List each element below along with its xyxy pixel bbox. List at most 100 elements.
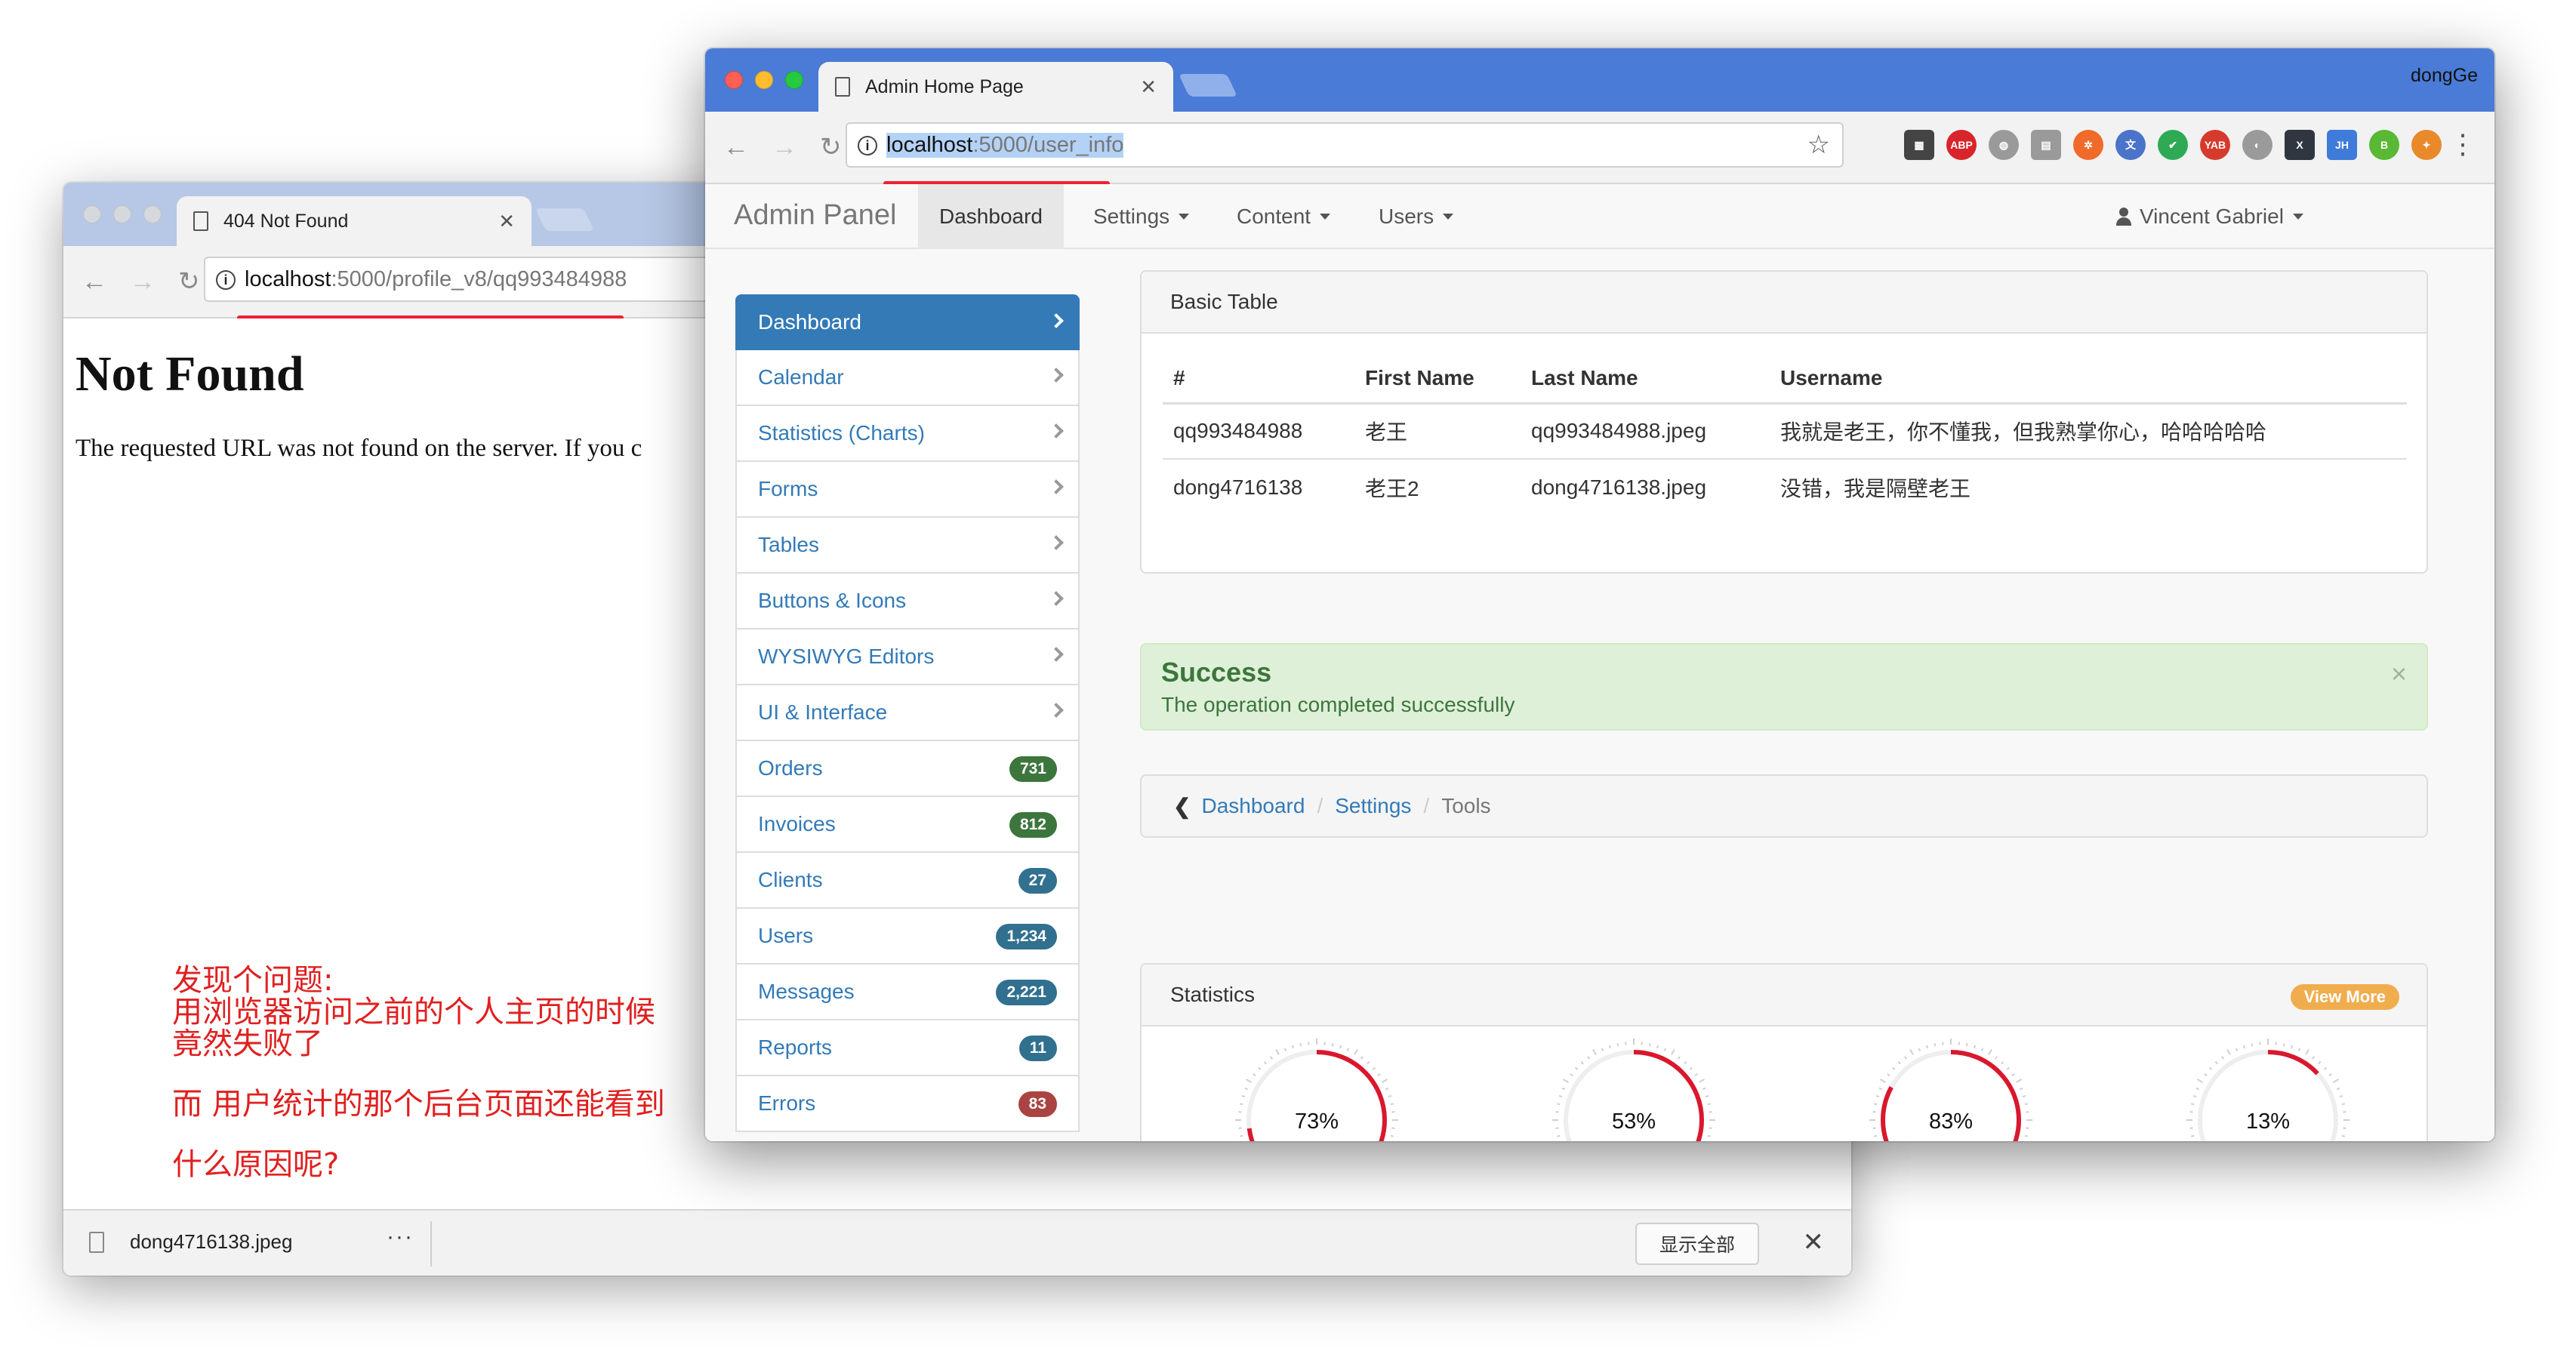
url-host: localhost	[245, 266, 331, 291]
sidebar-item-wysiwyg-editors[interactable]: WYSIWYG Editors	[735, 629, 1080, 685]
sidebar-item-label: Orders	[758, 756, 823, 780]
close-downloads-icon[interactable]: ✕	[1803, 1227, 1825, 1257]
alert-title: Success	[1161, 657, 1272, 688]
count-badge: 731	[1009, 756, 1057, 782]
x-box-extension-icon[interactable]: X	[2285, 130, 2315, 160]
count-badge: 83	[1018, 1091, 1057, 1117]
sidebar-item-forms[interactable]: Forms	[735, 462, 1080, 518]
brand-title[interactable]: Admin Panel	[734, 199, 896, 232]
breadcrumb-settings[interactable]: Settings	[1335, 794, 1411, 818]
jh-extension-icon[interactable]: JH	[2327, 130, 2357, 160]
sidebar-item-label: UI & Interface	[758, 700, 888, 724]
nav-user-menu[interactable]: Vincent Gabriel	[2115, 184, 2303, 249]
not-found-heading: Not Found	[75, 346, 304, 402]
sidebar-item-label: Forms	[758, 477, 818, 500]
sidebar-item-statistics-charts[interactable]: Statistics (Charts)	[735, 406, 1080, 462]
sidebar-item-errors[interactable]: Errors 83	[735, 1076, 1080, 1132]
sidebar-item-label: Invoices	[758, 812, 836, 836]
download-more-icon[interactable]: ···	[387, 1224, 414, 1250]
sidebar-item-orders[interactable]: Orders 731	[735, 741, 1080, 797]
table-header-row: # First Name Last Name Username	[1163, 355, 2407, 405]
sidebar-item-users[interactable]: Users 1,234	[735, 909, 1080, 965]
sidebar-item-messages[interactable]: Messages 2,221	[735, 965, 1080, 1020]
statistics-header: Statistics View More	[1142, 965, 2427, 1026]
sidebar-item-label: Dashboard	[758, 310, 861, 334]
new-tab-button[interactable]	[535, 208, 594, 231]
yab-extension-icon[interactable]: YAB	[2200, 130, 2230, 160]
orange-circle-extension-icon[interactable]: ✲	[2073, 130, 2103, 160]
tab-admin-home[interactable]: Admin Home Page ✕	[818, 62, 1173, 112]
qr-code-extension-icon[interactable]: ▦	[1904, 130, 1934, 160]
admin-page: Admin Panel Dashboard Settings Content U…	[705, 184, 2494, 1141]
sidebar-item-dashboard[interactable]: Dashboard	[735, 294, 1080, 350]
sidebar-item-calendar[interactable]: Calendar	[735, 350, 1080, 406]
tab-404[interactable]: 404 Not Found ✕	[177, 196, 532, 246]
forward-icon[interactable]: →	[130, 269, 156, 294]
sidebar-item-tables[interactable]: Tables	[735, 518, 1080, 574]
download-item[interactable]: dong4716138.jpeg	[89, 1230, 292, 1254]
reload-icon[interactable]: ↻	[820, 134, 842, 160]
sidebar-item-label: WYSIWYG Editors	[758, 645, 935, 668]
sidebar-item-label: Reports	[758, 1036, 833, 1059]
downloads-bar: dong4716138.jpeg ··· 显示全部 ✕	[63, 1209, 1851, 1276]
translate-extension-icon[interactable]: 文	[2115, 130, 2146, 160]
browser-toolbar: ← → ↻ i localhost:5000/user_info ☆ ▦ ABP ◍…	[705, 112, 2494, 186]
back-icon[interactable]: ←	[723, 134, 749, 160]
document-icon	[193, 211, 208, 231]
profile-name[interactable]: dongGe	[2411, 65, 2478, 87]
url-path: :5000/user_info	[972, 132, 1124, 157]
close-window-button[interactable]	[725, 71, 743, 89]
sidebar-item-label: Statistics (Charts)	[758, 421, 925, 445]
nav-settings[interactable]: Settings	[1093, 184, 1190, 249]
close-tab-icon[interactable]: ✕	[498, 210, 515, 233]
nav-buttons: ← → ↻	[82, 269, 200, 294]
bookmark-star-icon[interactable]: ☆	[1807, 130, 1830, 160]
close-tab-icon[interactable]: ✕	[1140, 75, 1157, 99]
nav-users[interactable]: Users	[1379, 184, 1454, 249]
fox-extension-icon[interactable]: ✦	[2411, 130, 2442, 160]
info-icon[interactable]: i	[858, 136, 877, 155]
sidebar-item-reports[interactable]: Reports 11	[735, 1020, 1080, 1076]
nav-content[interactable]: Content	[1237, 184, 1331, 249]
nav-buttons: ← → ↻	[723, 134, 842, 160]
new-tab-button[interactable]	[1179, 74, 1237, 97]
download-filename: dong4716138.jpeg	[130, 1230, 293, 1253]
breadcrumb: ❮ Dashboard / Settings / Tools	[1140, 774, 2428, 838]
sidebar-item-label: Errors	[758, 1091, 816, 1115]
table-cell: dong4716138	[1173, 475, 1303, 499]
reload-icon[interactable]: ↻	[178, 269, 200, 294]
shield-extension-icon[interactable]: ✔	[2158, 130, 2188, 160]
breadcrumb-dashboard[interactable]: Dashboard	[1201, 794, 1305, 818]
chevron-right-icon	[1049, 313, 1064, 328]
file-icon	[89, 1231, 104, 1253]
minimize-window-button[interactable]	[755, 71, 773, 89]
close-alert-icon[interactable]: ×	[2391, 658, 2407, 690]
address-bar[interactable]: i localhost:5000/user_info ☆	[846, 122, 1844, 168]
sidebar-item-buttons-icons[interactable]: Buttons & Icons	[735, 574, 1080, 629]
sidebar-item-clients[interactable]: Clients 27	[735, 853, 1080, 909]
globe-extension-icon[interactable]: ◍	[1989, 130, 2019, 160]
show-all-button[interactable]: 显示全部	[1635, 1223, 1759, 1265]
note-line-3: 竟然失败了	[172, 1026, 323, 1061]
nav-dashboard[interactable]: Dashboard	[918, 184, 1064, 249]
close-window-button[interactable]	[83, 205, 101, 223]
adblock-plus-extension-icon[interactable]: ABP	[1946, 130, 1977, 160]
zoom-window-button[interactable]	[785, 71, 803, 89]
table-cell: 我就是老王，你不懂我，但我熟掌你心，哈哈哈哈哈	[1770, 403, 2407, 460]
gauge-percent: 53%	[1611, 1109, 1656, 1134]
window-controls	[83, 205, 162, 223]
green-dot-extension-icon[interactable]: B	[2369, 130, 2399, 160]
grey-globe-extension-icon[interactable]: ◐	[2242, 130, 2272, 160]
breadcrumb-separator: /	[1423, 794, 1430, 817]
page-save-extension-icon[interactable]: ▤	[2031, 130, 2061, 160]
view-more-button[interactable]: View More	[2290, 984, 2399, 1010]
info-icon[interactable]: i	[216, 270, 236, 290]
browser-menu-icon[interactable]: ⋮	[2449, 128, 2476, 160]
zoom-window-button[interactable]	[143, 205, 162, 223]
forward-icon[interactable]: →	[772, 134, 797, 160]
minimize-window-button[interactable]	[113, 205, 131, 223]
back-icon[interactable]: ←	[82, 269, 107, 294]
table-cell: 老王2	[1365, 476, 1419, 500]
sidebar-item-ui-interface[interactable]: UI & Interface	[735, 685, 1080, 741]
sidebar-item-invoices[interactable]: Invoices 812	[735, 797, 1080, 853]
